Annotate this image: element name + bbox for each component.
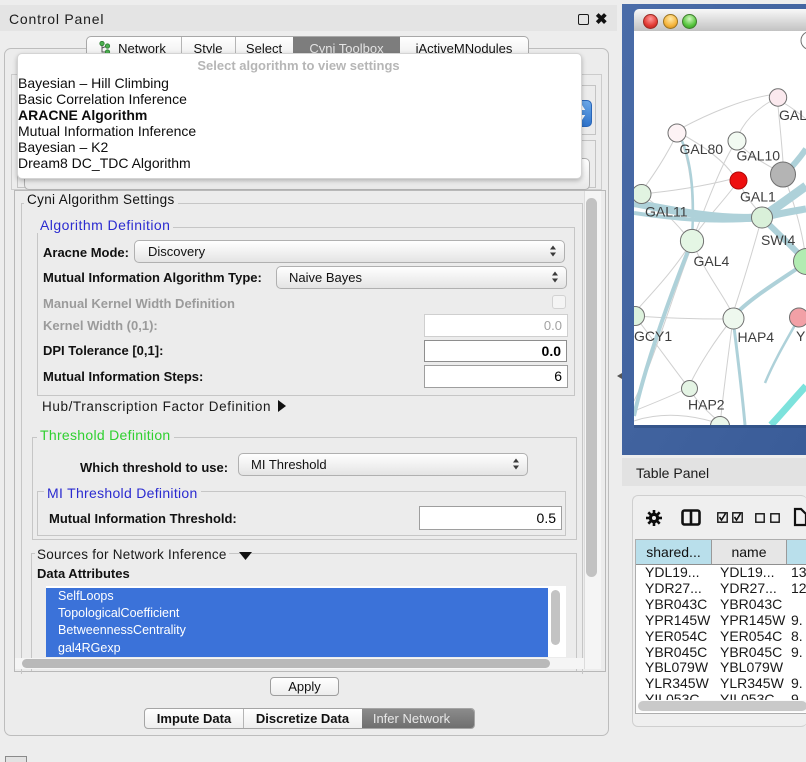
svg-text:GCY1: GCY1 — [634, 328, 672, 344]
svg-text:SWI4: SWI4 — [761, 232, 795, 248]
svg-text:GAL: GAL — [779, 107, 806, 123]
svg-text:GAL11: GAL11 — [645, 204, 688, 220]
svg-text:GAL10: GAL10 — [737, 148, 781, 164]
svg-text:HAP4: HAP4 — [738, 329, 775, 345]
svg-text:HAP2: HAP2 — [688, 397, 725, 413]
svg-text:Y: Y — [796, 328, 806, 344]
svg-text:GAL1: GAL1 — [740, 189, 776, 205]
svg-text:GAL4: GAL4 — [694, 253, 730, 269]
svg-text:GAL80: GAL80 — [680, 141, 724, 157]
